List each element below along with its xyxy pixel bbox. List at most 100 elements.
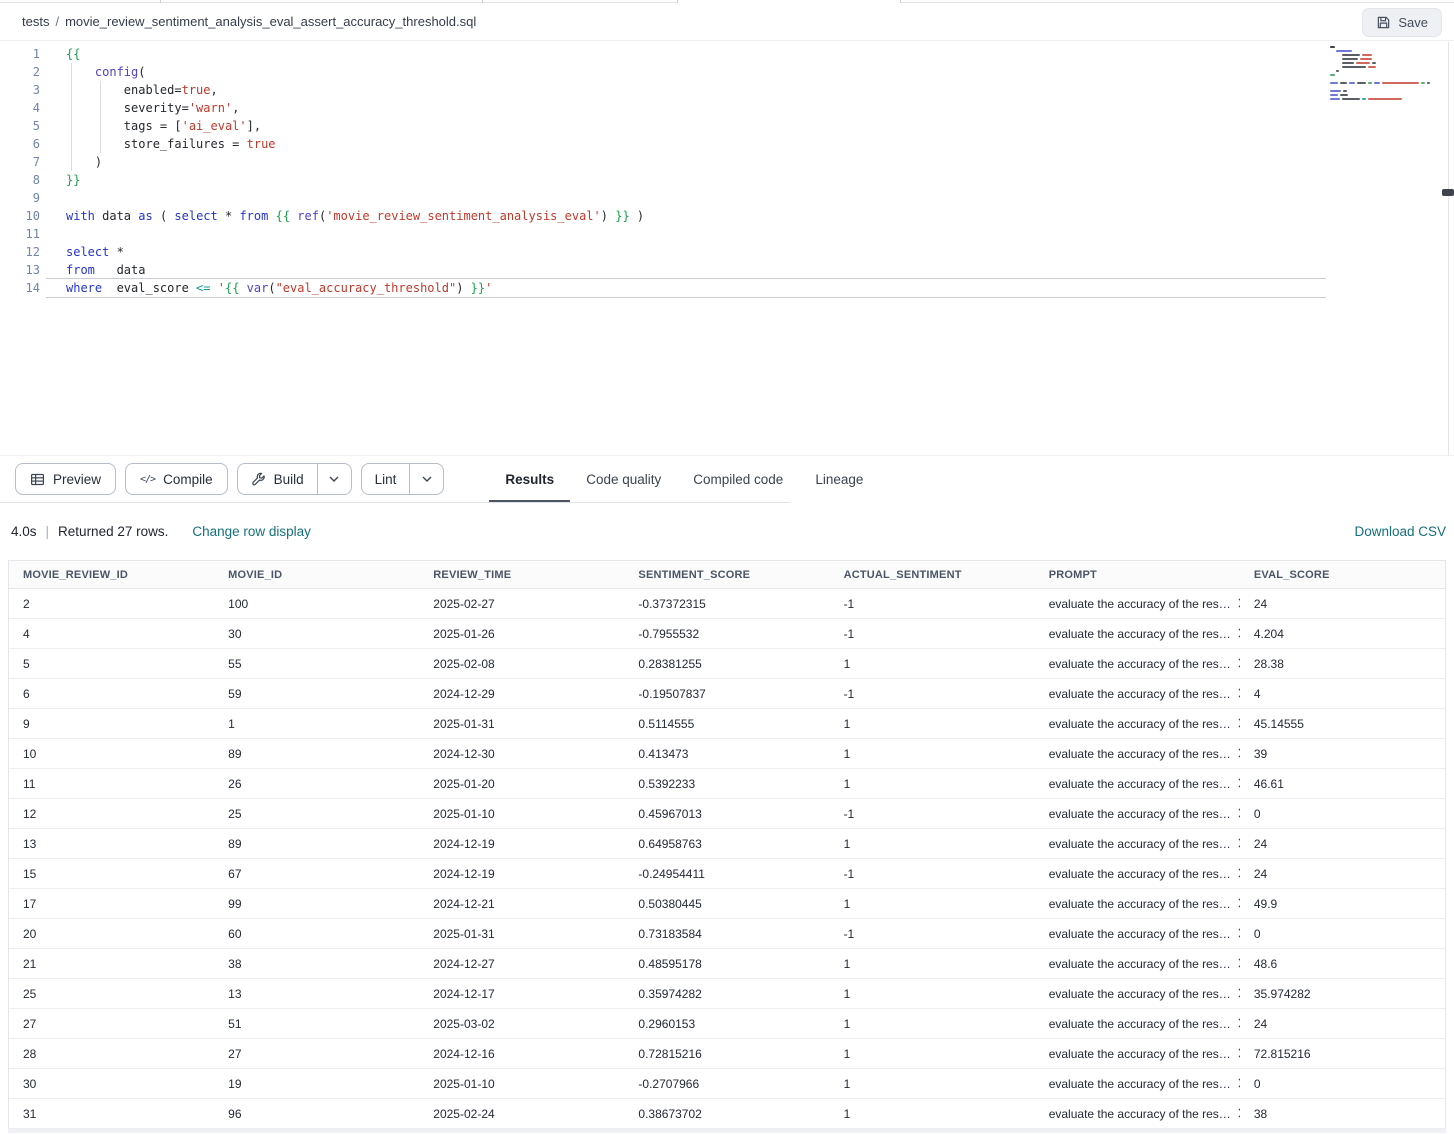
table-cell: 2024-12-21	[419, 897, 624, 911]
expand-cell-icon[interactable]	[1237, 928, 1240, 938]
table-cell: 0.413473	[624, 747, 829, 761]
action-toolbar: Preview </> Compile Build	[0, 455, 1454, 502]
line-number: 6	[0, 135, 40, 153]
code-line[interactable]: 12select *	[0, 243, 1454, 261]
table-cell: 9	[9, 717, 214, 731]
table-cell: -1	[830, 597, 1035, 611]
tab-compiled-code[interactable]: Compiled code	[677, 456, 799, 503]
save-button[interactable]: Save	[1362, 8, 1442, 37]
results-table: MOVIE_REVIEW_ID MOVIE_ID REVIEW_TIME SEN…	[8, 560, 1446, 1129]
build-button[interactable]: Build	[238, 464, 317, 494]
expand-cell-icon[interactable]	[1237, 868, 1240, 878]
expand-cell-icon[interactable]	[1237, 898, 1240, 908]
table-cell: evaluate the accuracy of the res…	[1035, 837, 1240, 851]
change-row-display-link[interactable]: Change row display	[192, 524, 311, 539]
table-cell: -1	[830, 627, 1035, 641]
table-cell: -0.2707966	[624, 1077, 829, 1091]
expand-cell-icon[interactable]	[1237, 718, 1240, 728]
code-line[interactable]: 4 severity='warn',	[0, 99, 1454, 117]
table-cell: 28.38	[1240, 657, 1445, 671]
prompt-text: evaluate the accuracy of the res…	[1049, 777, 1231, 791]
download-csv-link[interactable]: Download CSV	[1354, 524, 1446, 539]
table-cell: 59	[214, 687, 419, 701]
build-dropdown-button[interactable]	[317, 464, 351, 494]
table-cell: 2025-01-10	[419, 807, 624, 821]
save-button-label: Save	[1398, 15, 1428, 30]
scrollbar-thumb[interactable]	[1442, 189, 1454, 196]
compile-button[interactable]: </> Compile	[125, 463, 228, 495]
tab-results[interactable]: Results	[489, 456, 570, 503]
lint-button[interactable]: Lint	[362, 464, 410, 494]
expand-cell-icon[interactable]	[1237, 1108, 1240, 1118]
table-row: 912025-01-310.51145551evaluate the accur…	[9, 709, 1445, 739]
expand-cell-icon[interactable]	[1237, 808, 1240, 818]
table-cell: 1	[830, 747, 1035, 761]
table-row: 10892024-12-300.4134731evaluate the accu…	[9, 739, 1445, 769]
table-cell: 0.45967013	[624, 807, 829, 821]
expand-cell-icon[interactable]	[1237, 988, 1240, 998]
table-cell: -1	[830, 807, 1035, 821]
column-header-eval-score: EVAL_SCORE	[1240, 569, 1445, 581]
table-cell: evaluate the accuracy of the res…	[1035, 657, 1240, 671]
expand-cell-icon[interactable]	[1237, 688, 1240, 698]
expand-cell-icon[interactable]	[1237, 1018, 1240, 1028]
chevron-down-icon	[422, 476, 432, 482]
code-line[interactable]: 11	[0, 225, 1454, 243]
expand-cell-icon[interactable]	[1237, 628, 1240, 638]
expand-cell-icon[interactable]	[1237, 778, 1240, 788]
horizontal-scrollbar[interactable]	[8, 1129, 1446, 1133]
code-line[interactable]: 7 )	[0, 153, 1454, 171]
line-number: 9	[0, 189, 40, 207]
table-row: 11262025-01-200.53922331evaluate the acc…	[9, 769, 1445, 799]
expand-cell-icon[interactable]	[1237, 748, 1240, 758]
expand-cell-icon[interactable]	[1237, 958, 1240, 968]
prompt-text: evaluate the accuracy of the res…	[1049, 1077, 1231, 1091]
table-cell: 2025-01-31	[419, 717, 624, 731]
prompt-text: evaluate the accuracy of the res…	[1049, 927, 1231, 941]
expand-cell-icon[interactable]	[1237, 658, 1240, 668]
table-cell: evaluate the accuracy of the res…	[1035, 627, 1240, 641]
table-cell: 15	[9, 867, 214, 881]
prompt-text: evaluate the accuracy of the res…	[1049, 897, 1231, 911]
expand-cell-icon[interactable]	[1237, 1078, 1240, 1088]
code-line[interactable]: 9	[0, 189, 1454, 207]
table-cell: 2024-12-17	[419, 987, 624, 1001]
preview-button[interactable]: Preview	[15, 463, 116, 495]
column-header-actual-sentiment: ACTUAL_SENTIMENT	[830, 569, 1035, 581]
scrollbar-track[interactable]	[1448, 42, 1449, 455]
code-line[interactable]: 1{{	[0, 45, 1454, 63]
line-number: 2	[0, 63, 40, 81]
code-line[interactable]: 2 config(	[0, 63, 1454, 81]
code-line[interactable]: 6 store_failures = true	[0, 135, 1454, 153]
table-cell: 1	[830, 1047, 1035, 1061]
code-line[interactable]: 10with data as ( select * from {{ ref('m…	[0, 207, 1454, 225]
tab-code-quality[interactable]: Code quality	[570, 456, 677, 503]
lint-dropdown-button[interactable]	[409, 464, 443, 494]
table-cell: 1	[830, 837, 1035, 851]
expand-cell-icon[interactable]	[1237, 1048, 1240, 1058]
breadcrumb-folder: tests	[22, 14, 49, 29]
table-cell: 30	[9, 1077, 214, 1091]
build-button-label: Build	[274, 472, 304, 487]
code-line[interactable]: 14where eval_score <= '{{ var("eval_accu…	[0, 279, 1454, 297]
table-row: 12252025-01-100.45967013-1evaluate the a…	[9, 799, 1445, 829]
table-cell: -1	[830, 687, 1035, 701]
table-cell: 35.974282	[1240, 987, 1445, 1001]
expand-cell-icon[interactable]	[1237, 838, 1240, 848]
code-line[interactable]: 8}}	[0, 171, 1454, 189]
table-cell: 2025-02-08	[419, 657, 624, 671]
prompt-text: evaluate the accuracy of the res…	[1049, 987, 1231, 1001]
expand-cell-icon[interactable]	[1237, 598, 1240, 608]
code-line[interactable]: 13from data	[0, 261, 1454, 279]
table-row: 31962025-02-240.386737021evaluate the ac…	[9, 1099, 1445, 1129]
tab-lineage[interactable]: Lineage	[799, 456, 879, 503]
results-tab-bar: Results Code quality Compiled code Linea…	[489, 456, 879, 503]
table-cell: 26	[214, 777, 419, 791]
table-cell: 46.61	[1240, 777, 1445, 791]
code-line[interactable]: 3 enabled=true,	[0, 81, 1454, 99]
code-editor[interactable]: 1{{2 config(3 enabled=true,4 severity='w…	[0, 42, 1454, 455]
line-number: 10	[0, 207, 40, 225]
code-line[interactable]: 5 tags = ['ai_eval'],	[0, 117, 1454, 135]
minimap[interactable]	[1330, 46, 1430, 102]
prompt-text: evaluate the accuracy of the res…	[1049, 807, 1231, 821]
